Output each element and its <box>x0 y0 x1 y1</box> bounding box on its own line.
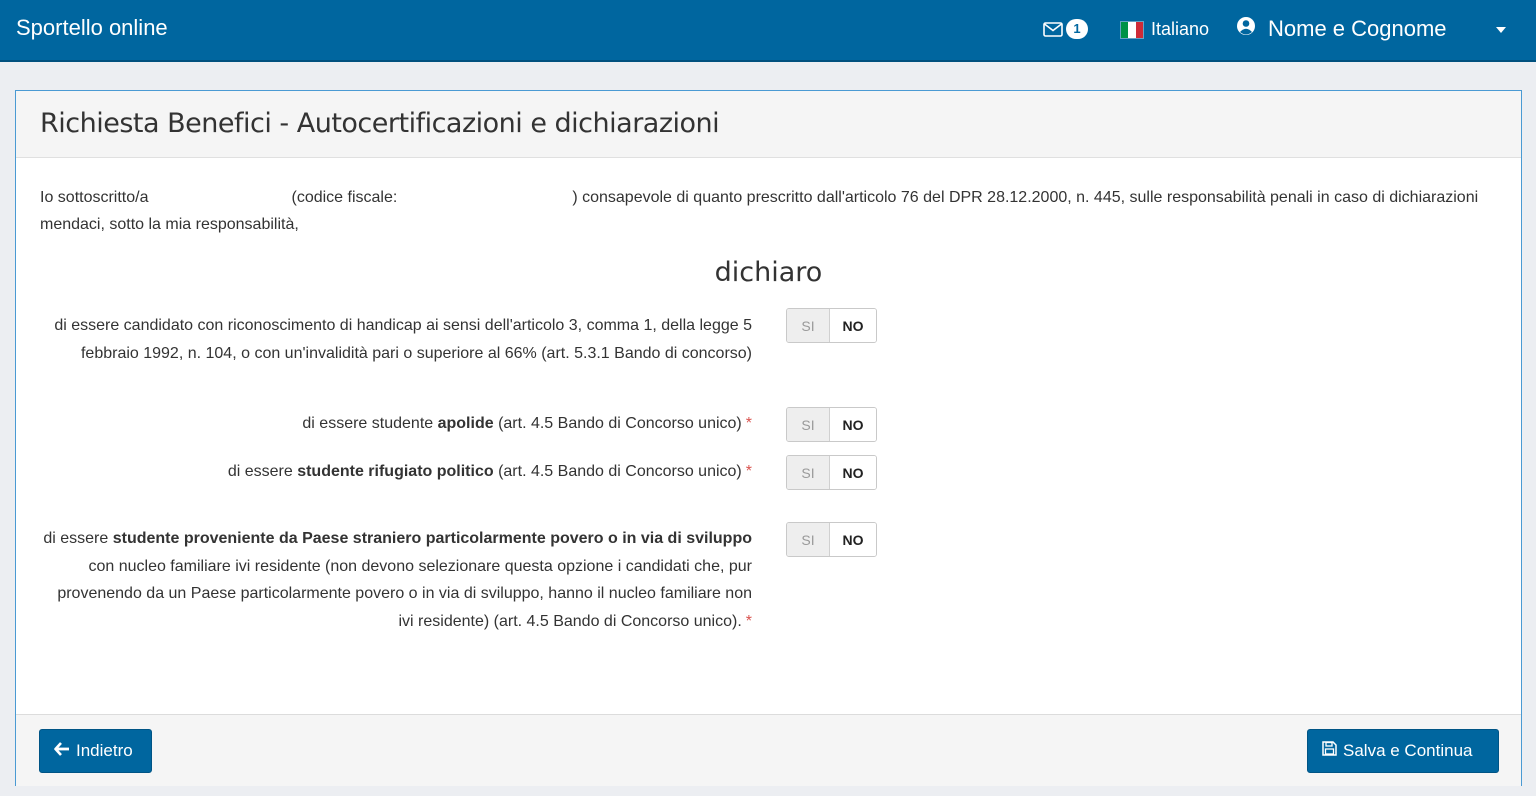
intro-text-3: ) consapevole di quanto prescritto dall'… <box>40 189 1479 233</box>
italian-flag-icon <box>1120 20 1144 39</box>
declaration-apolide-label: di essere studente apolide (art. 4.5 Ban… <box>40 410 752 438</box>
toggle-yes-option[interactable]: SI <box>787 456 830 489</box>
back-button[interactable]: Indietro <box>39 729 152 773</box>
toggle-no-option[interactable]: NO <box>830 456 876 489</box>
declaration-paese-povero-label: di essere studente proveniente da Paese … <box>40 525 752 635</box>
card-header: Richiesta Benefici - Autocertificazioni … <box>16 91 1521 158</box>
declaration-bold-text: studente rifugiato politico <box>297 463 494 480</box>
declaration-handicap-label: di essere candidato con riconoscimento d… <box>40 312 752 367</box>
page-title: Richiesta Benefici - Autocertificazioni … <box>40 108 720 139</box>
arrow-left-icon <box>54 741 70 761</box>
declaration-heading: dichiaro <box>714 257 823 288</box>
toggle-no-option[interactable]: NO <box>830 408 876 441</box>
toggle-no-option[interactable]: NO <box>830 523 876 556</box>
declaration-text: di essere studente <box>302 415 438 432</box>
declaration-text: di essere candidato con riconoscimento d… <box>54 317 752 362</box>
required-asterisk: * <box>745 612 752 630</box>
declaration-apolide-toggle[interactable]: SI NO <box>786 407 877 442</box>
declaration-paese-povero-toggle[interactable]: SI NO <box>786 522 877 557</box>
save-icon <box>1322 741 1337 761</box>
brand-link[interactable]: Sportello online <box>16 15 168 41</box>
save-continue-button[interactable]: Salva e Continua <box>1307 729 1499 773</box>
toggle-yes-option[interactable]: SI <box>787 408 830 441</box>
intro-text-2: (codice fiscale: <box>291 189 398 206</box>
intro-paragraph: Io sottoscritto/a (codice fiscale:) consa… <box>40 184 1510 238</box>
declaration-text: con nucleo familiare ivi residente (non … <box>57 557 752 630</box>
declaration-bold-text: apolide <box>437 415 494 432</box>
messages-link[interactable]: 1 <box>1043 19 1088 39</box>
declaration-handicap-toggle[interactable]: SI NO <box>786 308 877 343</box>
top-navbar: Sportello online 1 Italiano Nome e Cogno… <box>0 0 1536 62</box>
toggle-no-option[interactable]: NO <box>830 309 876 342</box>
intro-text-1: Io sottoscritto/a <box>40 189 149 206</box>
toggle-yes-option[interactable]: SI <box>787 309 830 342</box>
language-label: Italiano <box>1151 19 1210 39</box>
language-selector[interactable]: Italiano <box>1120 19 1209 40</box>
declaration-text: (art. 4.5 Bando di Concorso unico) <box>493 463 742 480</box>
card-footer: Indietro Salva e Continua <box>16 714 1521 786</box>
declaration-text: di essere <box>43 530 113 547</box>
declaration-rifugiato-toggle[interactable]: SI NO <box>786 455 877 490</box>
toggle-yes-option[interactable]: SI <box>787 523 830 556</box>
back-button-label: Indietro <box>76 741 133 760</box>
user-circle-icon <box>1236 16 1256 42</box>
save-button-label: Salva e Continua <box>1343 741 1473 760</box>
required-asterisk: * <box>745 463 752 480</box>
declarations-card: Richiesta Benefici - Autocertificazioni … <box>15 90 1522 786</box>
declaration-rifugiato-label: di essere studente rifugiato politico (a… <box>40 458 752 486</box>
user-name: Nome e Cognome <box>1268 16 1447 41</box>
chevron-down-icon[interactable] <box>1496 27 1506 33</box>
message-count-badge: 1 <box>1066 19 1088 39</box>
declaration-text: di essere <box>227 463 298 480</box>
required-asterisk: * <box>745 415 752 432</box>
declaration-bold-text: studente proveniente da Paese straniero … <box>112 530 752 547</box>
user-menu[interactable]: Nome e Cognome <box>1236 16 1447 42</box>
declaration-text: (art. 4.5 Bando di Concorso unico) <box>493 415 742 432</box>
envelope-icon <box>1043 21 1063 37</box>
